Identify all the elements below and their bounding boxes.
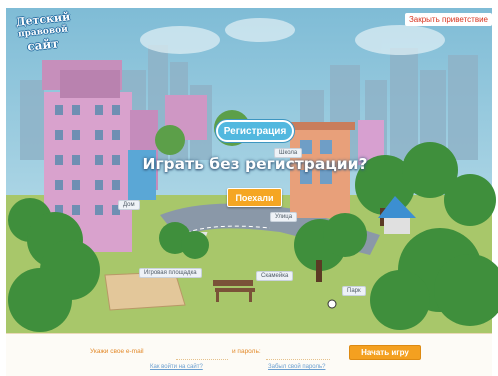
how-to-enter-link[interactable]: Как войти на сайт? xyxy=(150,364,203,370)
go-button[interactable]: Поехали xyxy=(227,188,282,207)
park-sign[interactable]: Парк xyxy=(342,286,366,296)
password-input[interactable] xyxy=(266,347,330,360)
password-label: и пароль: xyxy=(232,348,261,355)
site-logo[interactable]: Детский правовой сайт xyxy=(8,10,78,65)
start-game-button[interactable]: Начать игру xyxy=(349,345,421,360)
forgot-password-link[interactable]: Забыл свой пароль? xyxy=(268,364,325,370)
register-button[interactable]: Регистрация xyxy=(216,120,294,142)
home-sign[interactable]: Дом xyxy=(118,200,140,210)
email-input[interactable] xyxy=(176,347,228,360)
play-without-registration-title: Играть без регистрации? xyxy=(142,155,368,173)
school-sign[interactable]: Школа xyxy=(274,148,303,158)
close-greeting-button[interactable]: Закрыть приветствие xyxy=(404,13,492,26)
bench-sign[interactable]: Скамейка xyxy=(256,271,294,281)
email-label: Укажи свое e-mail xyxy=(90,348,144,355)
street-sign[interactable]: Улица xyxy=(270,212,298,222)
playground-sign[interactable]: Игровая площадка xyxy=(139,268,202,278)
game-scene: Детский правовой сайт Закрыть приветстви… xyxy=(0,0,498,375)
